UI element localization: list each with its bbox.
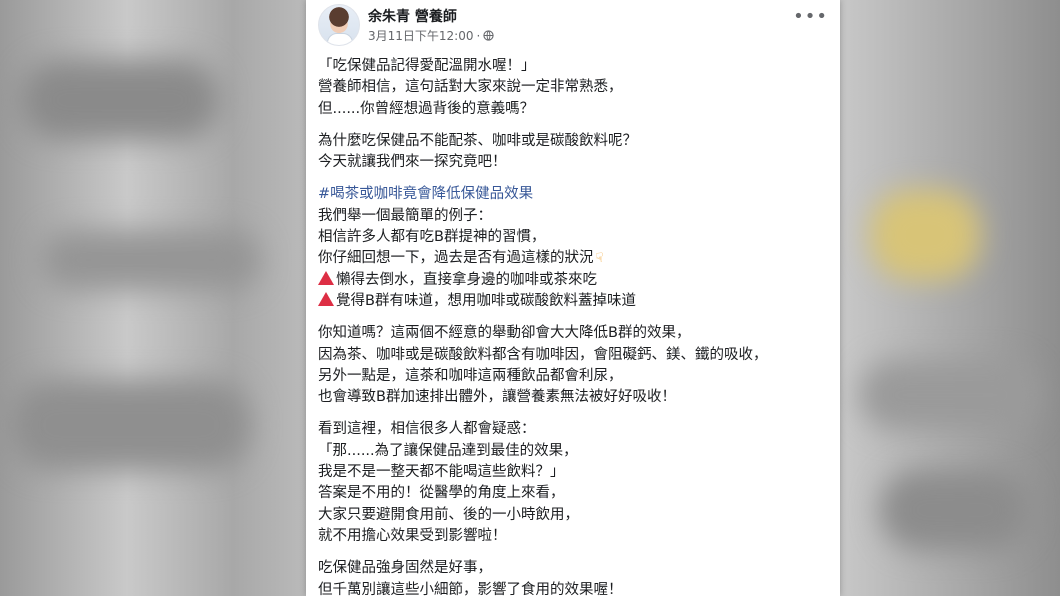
meta-separator: · [476,28,481,43]
post-body: 「吃保健品記得愛配溫開水喔！」 營養師相信，這句話對大家來說一定非常熟悉， 但.… [318,56,830,596]
author-avatar[interactable] [318,4,360,46]
warning-line: 覺得B群有味道，想用咖啡或碳酸飲料蓋掉味道 [318,291,830,312]
text-line: 為什麼吃保健品不能配茶、咖啡或是碳酸飲料呢？ [318,132,637,149]
paragraph: #喝茶或咖啡竟會降低保健品效果 我們舉一個最簡單的例子： 相信許多人都有吃B群提… [318,184,830,312]
text-line: 相信許多人都有吃B群提神的習慣， [318,229,546,246]
background-blob [870,190,980,280]
backhand-index-pointing-down-icon: ☟ [595,251,604,267]
text-line: 你知道嗎？這兩個不經意的舉動卻會大大降低B群的效果， [318,325,691,342]
background-blob [40,230,260,290]
avatar-coat [327,33,353,45]
post-meta: 3月11日下午12:00 · [368,27,494,44]
background-blob [860,360,1040,430]
paragraph: 你知道嗎？這兩個不經意的舉動卻會大大降低B群的效果， 因為茶、咖啡或是碳酸飲料都… [318,323,830,408]
red-triangle-icon [318,291,334,306]
text-line: 我是不是一整天都不能喝這些飲料？」 [318,464,565,481]
text-line: 但千萬別讓這些小細節，影響了食用的效果喔！ [318,581,623,596]
paragraph: 「吃保健品記得愛配溫開水喔！」 營養師相信，這句話對大家來說一定非常熟悉， 但.… [318,56,830,120]
text-line: 「那......為了讓保健品達到最佳的效果， [318,442,578,459]
text-line: 也會導致B群加速排出體外，讓營養素無法被好好吸收！ [318,389,676,406]
text-line: 就不用擔心效果受到影響啦！ [318,527,507,544]
text-line: 看到這裡，相信很多人都會疑惑： [318,421,536,438]
text-line: 我們舉一個最簡單的例子： [318,207,492,224]
warning-text: 覺得B群有味道，想用咖啡或碳酸飲料蓋掉味道 [336,292,636,309]
warning-line: 懶得去倒水，直接拿身邊的咖啡或茶來吃 [318,270,830,291]
text-line: 營養師相信，這句話對大家來說一定非常熟悉， [318,79,623,96]
paragraph: 看到這裡，相信很多人都會疑惑： 「那......為了讓保健品達到最佳的效果， 我… [318,419,830,547]
background-blob [880,470,1030,550]
text-line: 「吃保健品記得愛配溫開水喔！」 [318,58,536,74]
background-blob [10,380,250,470]
paragraph: 為什麼吃保健品不能配茶、咖啡或是碳酸飲料呢？ 今天就讓我們來一探究竟吧！ [318,131,830,174]
text-line: 但......你曾經想過背後的意義嗎？ [318,100,535,117]
text-line: 你仔細回想一下，過去是否有過這樣的狀況 [318,250,594,267]
text-line-with-emoji: 你仔細回想一下，過去是否有過這樣的狀況 ☟ [318,248,830,269]
warning-text: 懶得去倒水，直接拿身邊的咖啡或茶來吃 [336,271,597,288]
post-timestamp[interactable]: 3月11日下午12:00 [368,27,474,44]
text-line: 答案是不用的！從醫學的角度上來看， [318,485,565,502]
facebook-post: 余朱青 營養師 3月11日下午12:00 · ••• 「吃保健品記得愛配溫開水喔… [306,0,840,596]
text-line: 大家只要避開食用前、後的一小時飲用， [318,506,579,523]
author-name[interactable]: 余朱青 營養師 [368,6,457,26]
text-line: 因為茶、咖啡或是碳酸飲料都含有咖啡因，會阻礙鈣、鎂、鐵的吸收， [318,346,768,363]
red-triangle-icon [318,270,334,285]
background-blob [20,60,220,140]
post-header: 余朱青 營養師 3月11日下午12:00 · ••• [318,4,828,48]
text-line: 另外一點是，這茶和咖啡這兩種飲品都會利尿， [318,367,623,384]
hashtag-link[interactable]: #喝茶或咖啡竟會降低保健品效果 [318,184,830,205]
text-line: 今天就讓我們來一探究竟吧！ [318,154,507,171]
more-options-icon[interactable]: ••• [793,8,828,26]
paragraph: 吃保健品強身固然是好事， 但千萬別讓這些小細節，影響了食用的效果喔！ [318,558,830,596]
text-line: 吃保健品強身固然是好事， [318,560,492,577]
globe-icon [483,30,494,41]
